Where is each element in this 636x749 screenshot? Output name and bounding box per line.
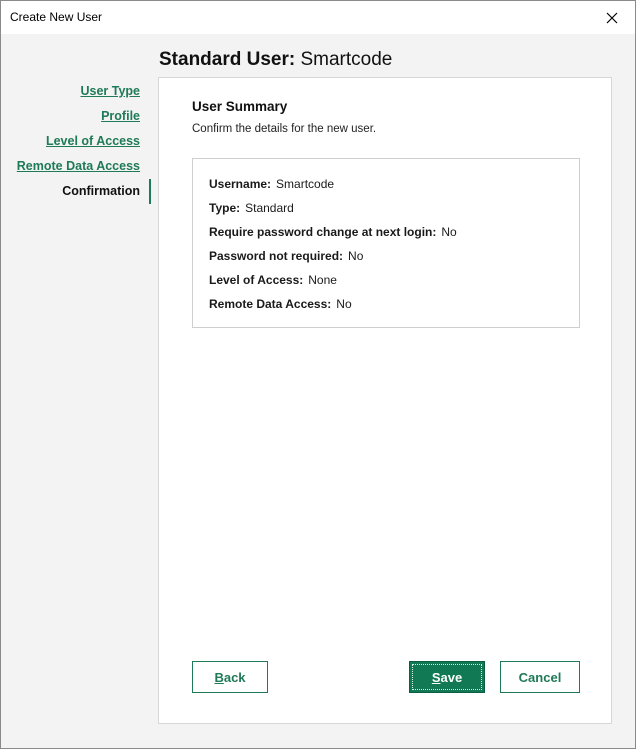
- summary-row-remote-data-access: Remote Data Access: No: [209, 297, 352, 311]
- summary-box: Username: Smartcode Type: Standard Require…: [192, 158, 580, 328]
- page-title-username: Smartcode: [300, 49, 393, 70]
- summary-heading: User Summary: [192, 99, 288, 114]
- nav-step-remote-data-access[interactable]: Remote Data Access: [1, 154, 151, 179]
- save-label: ave: [440, 669, 463, 685]
- nav-step-confirmation: Confirmation: [1, 179, 151, 204]
- summary-key: Type:: [209, 201, 241, 215]
- summary-key: Password not required:: [209, 249, 344, 263]
- back-mnemonic: B: [214, 669, 224, 685]
- summary-description: Confirm the details for the new user.: [192, 123, 377, 135]
- summary-value: Standard: [245, 201, 294, 215]
- back-label: ack: [223, 669, 246, 685]
- close-button[interactable]: [589, 1, 635, 34]
- save-button[interactable]: Save: [409, 661, 485, 693]
- summary-row-password-not-required: Password not required: No: [209, 249, 363, 263]
- summary-value: No: [336, 297, 352, 311]
- close-icon: [606, 12, 618, 23]
- nav-step-user-type[interactable]: User Type: [1, 79, 151, 104]
- summary-value: No: [348, 249, 364, 263]
- nav-step-profile[interactable]: Profile: [1, 104, 151, 129]
- wizard-steps-nav: User Type Profile Level of Access Remote…: [1, 79, 151, 204]
- summary-value: Smartcode: [276, 177, 335, 191]
- summary-row-require-password-change: Require password change at next login: No: [209, 225, 457, 239]
- window-title: Create New User: [10, 10, 103, 24]
- summary-row-level-of-access: Level of Access: None: [209, 273, 337, 287]
- content-panel: User Summary Confirm the details for the…: [158, 77, 612, 724]
- summary-key: Require password change at next login:: [209, 225, 437, 239]
- page-title-type: Standard User:: [159, 49, 296, 70]
- cancel-button[interactable]: Cancel: [500, 661, 580, 693]
- save-mnemonic: S: [431, 669, 441, 685]
- summary-row-type: Type: Standard: [209, 201, 294, 215]
- summary-value: None: [308, 273, 337, 287]
- summary-key: Username:: [209, 177, 272, 191]
- back-button[interactable]: Back: [192, 661, 268, 693]
- nav-step-level-of-access[interactable]: Level of Access: [1, 129, 151, 154]
- page-title: Standard User: Smartcode: [159, 49, 392, 71]
- summary-key: Level of Access:: [209, 273, 304, 287]
- summary-value: No: [441, 225, 457, 239]
- title-bar: Create New User: [1, 1, 635, 34]
- dialog-window: Create New User Standard User: Smartcode…: [0, 0, 636, 749]
- summary-row-username: Username: Smartcode: [209, 177, 334, 191]
- summary-key: Remote Data Access:: [209, 297, 332, 311]
